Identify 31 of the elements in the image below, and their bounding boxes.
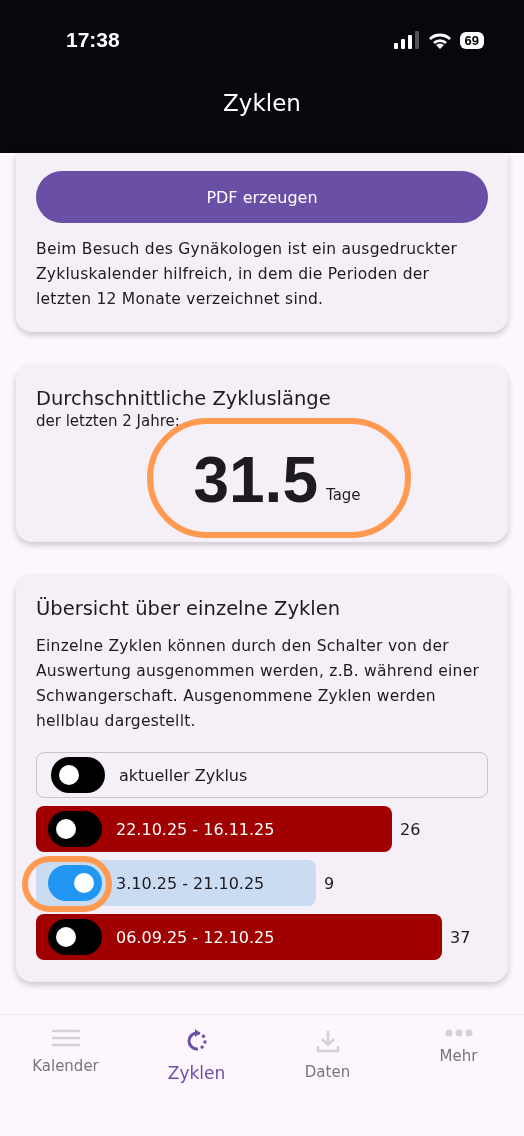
nav-tab[interactable]: Zyklen bbox=[131, 1029, 262, 1136]
cycle-label: aktueller Zyklus bbox=[119, 765, 248, 785]
download-icon bbox=[315, 1029, 340, 1053]
pdf-button[interactable]: PDF erzeugen bbox=[36, 171, 488, 223]
average-value: 31.5 bbox=[193, 448, 318, 512]
cycle-days: 26 bbox=[400, 819, 421, 839]
status-time: 17:38 bbox=[66, 28, 120, 52]
cycle-days: 37 bbox=[450, 927, 471, 947]
more-icon bbox=[444, 1029, 473, 1037]
cycle-range: 06.09.25 - 12.10.25 bbox=[116, 927, 275, 947]
cycle-range: 22.10.25 - 16.11.25 bbox=[116, 819, 275, 839]
info-text: Beim Besuch des Gynäkologen ist ein ausgedruckter Zykluskalender hilfreich, in dem die Perioden der letzten 12 Monate verzeichnet sind. bbox=[36, 239, 459, 310]
battery-indicator: 69 bbox=[459, 31, 484, 49]
nav-tab[interactable]: Mehr bbox=[393, 1029, 524, 1136]
info-text: Einzelne Zyklen können durch den Schalter von der Auswertung ausgenommen werden, z.B. während einer Schwangerschaft. Ausgenommene Zyklen werden hellblau dargestellt. bbox=[36, 636, 481, 732]
unit-label: Tage bbox=[325, 486, 361, 504]
nav-tab[interactable]: Daten bbox=[262, 1029, 393, 1136]
card-title: Durchschnittliche Zykluslänge bbox=[36, 387, 332, 410]
menu-icon bbox=[51, 1029, 80, 1047]
card-subtitle: der letzten 2 Jahre: bbox=[36, 412, 181, 430]
signal-icon bbox=[393, 31, 420, 49]
cycle-range: 3.10.25 - 21.10.25 bbox=[116, 873, 265, 893]
card-title: Übersicht über einzelne Zyklen bbox=[36, 597, 342, 620]
toggle-switch[interactable] bbox=[48, 865, 102, 901]
nav-tab[interactable]: Kalender bbox=[0, 1029, 131, 1136]
wifi-icon bbox=[427, 31, 452, 49]
cycle-days: 9 bbox=[324, 873, 335, 893]
header-title: Zyklen bbox=[222, 90, 302, 116]
toggle-switch[interactable] bbox=[51, 757, 105, 793]
toggle-switch[interactable] bbox=[48, 919, 102, 955]
toggle-switch[interactable] bbox=[48, 811, 102, 847]
